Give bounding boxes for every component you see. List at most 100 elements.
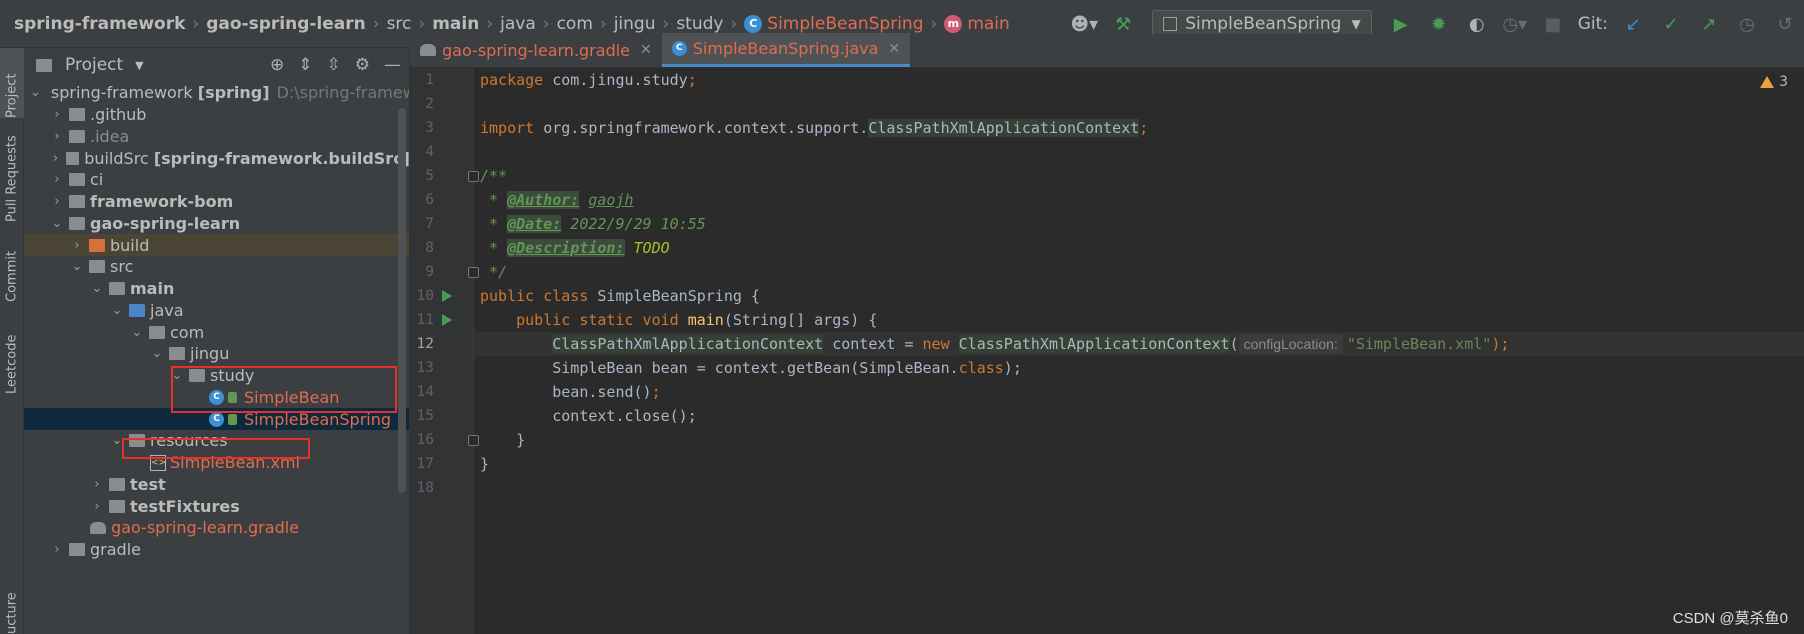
tree-node[interactable]: ⌄ jingu: [24, 343, 409, 365]
run-configuration-label: SimpleBeanSpring: [1185, 14, 1342, 34]
lock-icon: [228, 413, 237, 425]
chevron-down-icon[interactable]: ⌄: [90, 281, 104, 296]
chevron-down-icon[interactable]: ⌄: [110, 433, 124, 448]
line-number: 2: [425, 96, 434, 112]
gradle-icon: [420, 44, 436, 56]
tree-node[interactable]: › .github: [24, 104, 409, 126]
tree-node[interactable]: › framework-bom: [24, 191, 409, 213]
chevron-right-icon: ›: [486, 13, 494, 34]
breadcrumb-item[interactable]: gao-spring-learn: [206, 0, 366, 48]
chevron-right-icon[interactable]: ›: [50, 129, 64, 144]
chevron-right-icon: ›: [599, 13, 607, 34]
tree-node[interactable]: ⌄ java: [24, 300, 409, 322]
chevron-right-icon[interactable]: ›: [50, 194, 64, 209]
gear-icon[interactable]: ⚙: [355, 55, 370, 75]
tree-node-label: SimpleBeanSpring: [244, 409, 392, 429]
tree-node[interactable]: ⌄ main: [24, 278, 409, 300]
chevron-right-icon[interactable]: ›: [50, 172, 64, 187]
tree-node-label: gao-spring-learn.gradle: [111, 518, 300, 538]
tree-node-label: .github: [90, 105, 147, 125]
locate-icon[interactable]: ⊕: [270, 55, 284, 75]
tab-gradle-file[interactable]: gao-spring-learn.gradle ✕: [410, 33, 662, 67]
tree-scrollbar[interactable]: [398, 108, 406, 493]
editor-tabs: gao-spring-learn.gradle ✕ C SimpleBeanSp…: [410, 33, 1804, 68]
class-icon: C: [671, 41, 687, 56]
collapse-all-icon[interactable]: ⇳: [327, 55, 341, 75]
tree-node-label: jingu: [190, 344, 230, 364]
tree-node[interactable]: ⌄ spring-framework [spring] D:\spring-fra…: [24, 82, 409, 104]
tool-tab-project[interactable]: Project: [0, 48, 24, 118]
tree-node[interactable]: › testFixtures: [24, 495, 409, 517]
tree-node[interactable]: › build: [24, 234, 409, 256]
tree-node[interactable]: ⌄ com: [24, 321, 409, 343]
tree-node[interactable]: › test: [24, 474, 409, 496]
chevron-right-icon: ›: [930, 13, 938, 34]
code-editor[interactable]: package com.jingu.study; import org.spri…: [474, 68, 1804, 634]
tree-node[interactable]: ⌄ gao-spring-learn: [24, 213, 409, 235]
chevron-right-icon[interactable]: ›: [50, 151, 61, 166]
breadcrumb-item[interactable]: src: [387, 0, 412, 48]
tree-node[interactable]: <> SimpleBean.xml: [24, 452, 409, 474]
line-number: 18: [416, 480, 434, 496]
tool-tab-commit[interactable]: Commit: [0, 236, 24, 302]
tree-node[interactable]: ⌄ resources: [24, 430, 409, 452]
line-number: 7: [425, 216, 434, 232]
line-number: 13: [416, 360, 434, 376]
line-number: 5: [425, 168, 434, 184]
module-folder-icon: [66, 151, 80, 165]
close-icon[interactable]: ✕: [640, 42, 652, 58]
tree-node[interactable]: C SimpleBean: [24, 387, 409, 409]
chevron-down-icon[interactable]: ▼: [135, 59, 143, 72]
chevron-down-icon[interactable]: ⌄: [110, 303, 124, 318]
inspection-widget[interactable]: 3: [1760, 74, 1788, 90]
line-number: 17: [416, 456, 434, 472]
line-number: 12: [416, 336, 434, 352]
tool-tab-structure[interactable]: ucture: [0, 584, 24, 634]
tree-node-label: gradle: [90, 540, 141, 560]
chevron-down-icon[interactable]: ⌄: [150, 346, 164, 361]
code-line: * @Date: 2022/9/29 10:55: [480, 215, 706, 233]
minimize-icon[interactable]: —: [384, 55, 401, 75]
code-line: import org.springframework.context.suppo…: [480, 119, 1149, 137]
folder-icon: [36, 58, 52, 72]
tool-window-strip: Project Pull Requests Commit Leetcode uc…: [0, 48, 24, 634]
tree-node[interactable]: › buildSrc [spring-framework.buildSrc]: [24, 147, 410, 169]
chevron-down-icon[interactable]: ⌄: [170, 368, 184, 383]
chevron-right-icon[interactable]: ›: [90, 477, 104, 492]
close-icon[interactable]: ✕: [888, 41, 900, 57]
run-gutter-icon[interactable]: [442, 290, 452, 302]
runnable-class-icon: C: [209, 411, 224, 427]
run-gutter-icon[interactable]: [442, 314, 452, 326]
tool-tab-leetcode[interactable]: Leetcode: [0, 316, 24, 394]
tree-node[interactable]: › ci: [24, 169, 409, 191]
chevron-down-icon[interactable]: ⌄: [130, 325, 144, 340]
chevron-right-icon[interactable]: ›: [50, 107, 64, 122]
tree-node-label: buildSrc: [84, 148, 149, 168]
chevron-right-icon[interactable]: ›: [90, 499, 104, 514]
tree-node[interactable]: ⌄ src: [24, 256, 409, 278]
folder-icon: [109, 282, 125, 296]
chevron-down-icon[interactable]: ⌄: [50, 216, 64, 231]
tree-node-label: spring-framework: [50, 83, 193, 103]
tree-node[interactable]: › gradle: [24, 539, 409, 561]
tree-node-selected[interactable]: C SimpleBeanSpring: [24, 408, 409, 430]
module-name-label: [spring-framework.buildSrc]: [153, 148, 410, 168]
line-number: 11: [416, 312, 434, 328]
expand-all-icon[interactable]: ⇕: [298, 55, 312, 75]
chevron-right-icon[interactable]: ›: [50, 542, 64, 557]
chevron-down-icon[interactable]: ⌄: [70, 259, 84, 274]
tool-tab-pull-requests[interactable]: Pull Requests: [0, 122, 24, 222]
tree-node-label: framework-bom: [90, 192, 234, 212]
chevron-right-icon[interactable]: ›: [70, 238, 84, 253]
chevron-right-icon: ›: [542, 13, 550, 34]
chevron-down-icon[interactable]: ⌄: [30, 85, 41, 100]
module-folder-icon: [69, 195, 85, 209]
tab-java-file[interactable]: C SimpleBeanSpring.java ✕: [661, 33, 911, 67]
tree-node[interactable]: › .idea: [24, 126, 409, 148]
tree-node[interactable]: gao-spring-learn.gradle: [24, 517, 409, 539]
class-icon: C: [744, 14, 763, 33]
breadcrumb-item[interactable]: spring-framework: [14, 0, 185, 48]
project-panel-title[interactable]: Project: [65, 55, 123, 75]
code-line: /**: [480, 167, 508, 185]
tree-node[interactable]: ⌄ study: [24, 365, 409, 387]
